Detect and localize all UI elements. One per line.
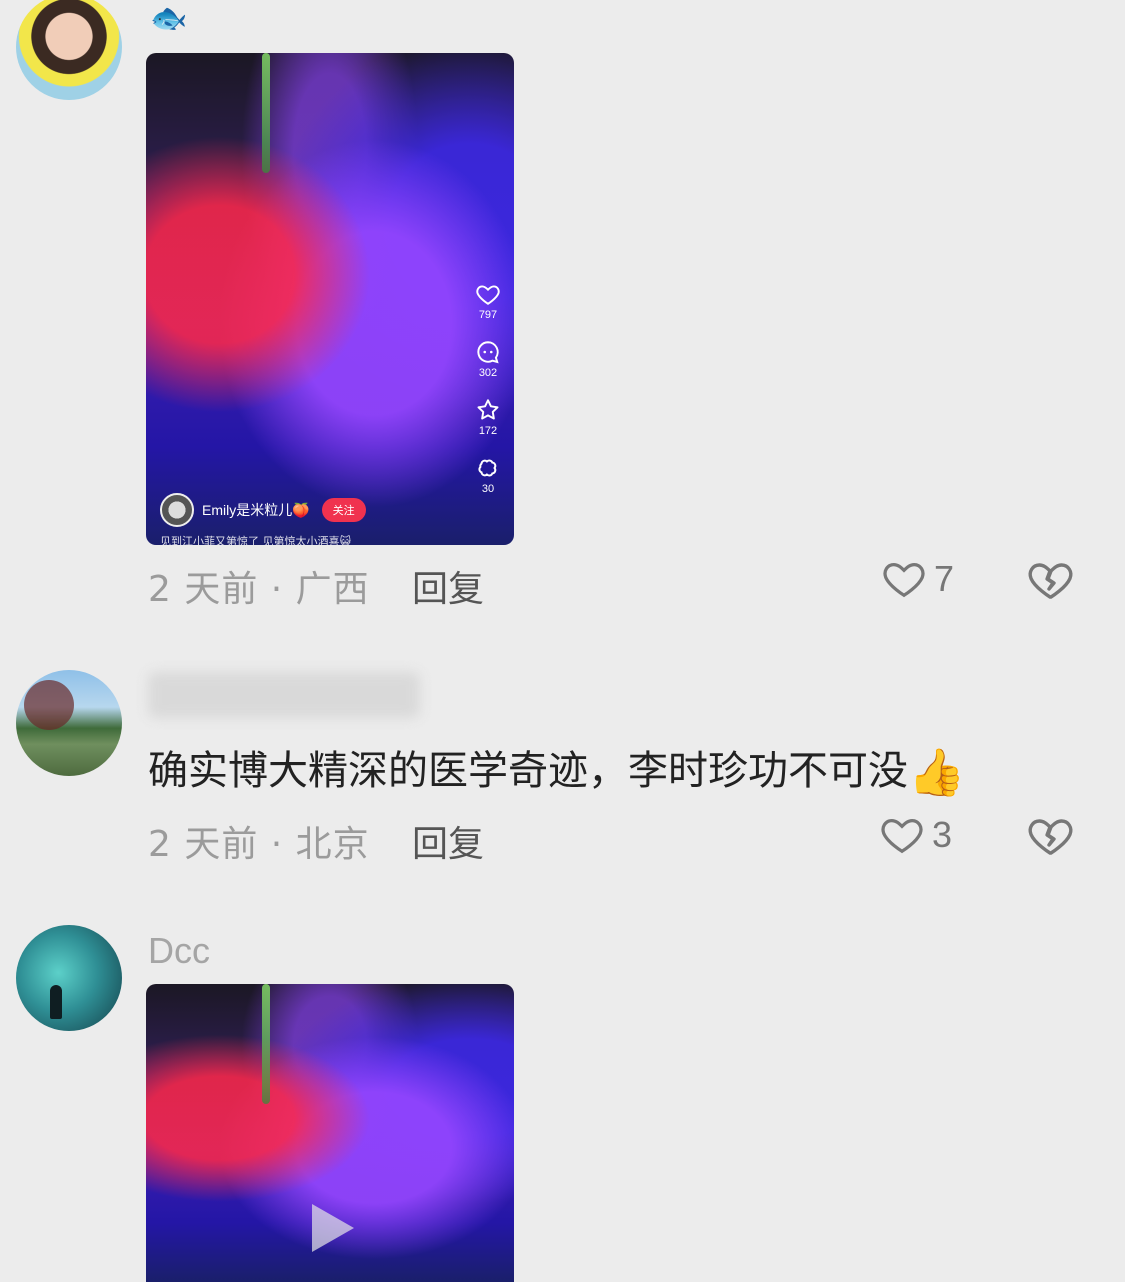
heart-icon xyxy=(476,285,500,305)
video-favorites: 172 xyxy=(475,397,501,437)
like-button[interactable]: 3 xyxy=(878,812,952,858)
comment-icon xyxy=(477,341,499,364)
video-thumbnail[interactable] xyxy=(146,984,514,1282)
dislike-button[interactable] xyxy=(1026,556,1074,608)
comment-meta: 2 天前 · 北京 xyxy=(148,824,370,865)
video-author-name[interactable]: Emily是米粒儿🍑 xyxy=(202,500,310,520)
like-count: 3 xyxy=(932,814,953,855)
like-heart-icon xyxy=(881,818,923,854)
follow-button[interactable]: 关注 xyxy=(321,498,366,522)
comment-meta: 2 天前 · 广西 xyxy=(148,569,370,610)
thumbs-up-emoji: 👍 xyxy=(908,745,966,799)
play-icon[interactable] xyxy=(312,1204,354,1252)
broken-heart-icon xyxy=(1028,563,1073,599)
dislike-button[interactable] xyxy=(1026,812,1074,864)
like-heart-icon xyxy=(883,562,925,598)
reply-button[interactable]: 回复 xyxy=(412,560,484,612)
broken-heart-icon xyxy=(1028,819,1073,855)
comment-text: 确实博大精深的医学奇迹，李时珍功不可没👍 xyxy=(148,745,966,799)
like-button[interactable]: 7 xyxy=(880,556,954,602)
like-count: 7 xyxy=(934,558,955,599)
video-thumbnail[interactable]: 797 302 172 30 Emily是米粒儿🍑 关注 见到江小菲又第惊了 见… xyxy=(146,53,514,545)
user-avatar[interactable] xyxy=(16,0,122,100)
username-blurred xyxy=(148,672,420,718)
video-side-actions: 797 302 172 30 xyxy=(474,281,502,513)
video-shares: 30 xyxy=(475,455,501,495)
video-author[interactable]: Emily是米粒儿🍑 关注 xyxy=(160,493,366,527)
star-icon xyxy=(477,399,499,420)
user-avatar[interactable] xyxy=(16,670,122,776)
username-emoji: 🐟 xyxy=(150,1,188,36)
share-icon xyxy=(478,459,497,477)
username[interactable]: Dcc xyxy=(148,930,210,972)
video-like: 797 xyxy=(475,281,501,321)
reply-button[interactable]: 回复 xyxy=(412,815,484,867)
video-comments: 302 xyxy=(475,339,501,379)
video-author-avatar[interactable] xyxy=(160,493,194,527)
light-beam xyxy=(262,984,270,1104)
user-avatar[interactable] xyxy=(16,925,122,1031)
video-caption: 见到江小菲又第惊了 见第惊太小酒喜😺 xyxy=(160,535,351,545)
light-beam xyxy=(262,53,270,173)
